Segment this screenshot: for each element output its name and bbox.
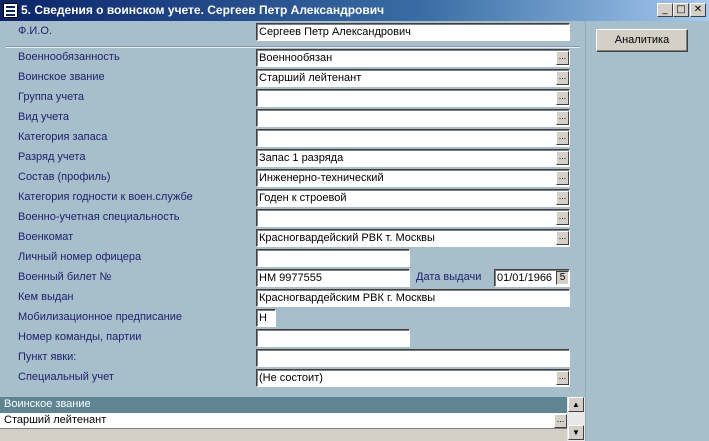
account-type-ellipsis-button[interactable]: ... — [556, 111, 569, 125]
window-title: 5. Сведения о воинском учете. Сергеев Пе… — [21, 3, 385, 17]
account-type-label: Вид учета — [18, 111, 69, 123]
special-account-ellipsis-button[interactable]: ... — [556, 371, 569, 385]
account-type-field[interactable] — [256, 109, 570, 127]
grid-empty-area — [0, 429, 567, 441]
issued-by-label: Кем выдан — [18, 291, 74, 303]
scroll-down-button[interactable]: ▼ — [568, 425, 584, 440]
rank-label: Воинское звание — [18, 71, 105, 83]
account-group-field[interactable] — [256, 89, 570, 107]
reserve-category-label: Категория запаса — [18, 131, 108, 143]
account-group-ellipsis-button[interactable]: ... — [556, 91, 569, 105]
grid-column-header[interactable]: Воинское звание — [0, 397, 567, 413]
officer-number-label: Личный номер офицера — [18, 251, 142, 263]
special-account-label: Специальный учет — [18, 371, 114, 383]
close-button[interactable]: ✕ — [690, 3, 706, 17]
military-duty-label: Военнообязанность — [18, 51, 120, 63]
rank-ellipsis-button[interactable]: ... — [556, 71, 569, 85]
military-id-label: Военный билет № — [18, 271, 112, 283]
military-specialty-field[interactable] — [256, 209, 570, 227]
divider — [6, 46, 580, 48]
issued-by-field[interactable]: Красногвардейским РВК г. Москвы — [256, 289, 570, 307]
special-account-field[interactable]: (Не состоит) — [256, 369, 570, 387]
reserve-category-field[interactable] — [256, 129, 570, 147]
side-panel — [585, 21, 709, 441]
military-specialty-ellipsis-button[interactable]: ... — [556, 211, 569, 225]
grid-row[interactable]: Старший лейтенант — [0, 413, 567, 429]
officer-number-field[interactable] — [256, 249, 410, 267]
assembly-point-label: Пункт явки: — [18, 351, 77, 363]
assembly-point-field[interactable] — [256, 349, 570, 367]
scroll-up-button[interactable]: ▲ — [568, 397, 584, 412]
account-grade-ellipsis-button[interactable]: ... — [556, 151, 569, 165]
military-specialty-label: Военно-учетная специальность — [18, 211, 180, 223]
mobilization-order-label: Мобилизационное предписание — [18, 311, 183, 323]
fitness-category-field[interactable]: Годен к строевой — [256, 189, 570, 207]
calendar-picker-button[interactable]: 5 — [556, 271, 569, 285]
fio-field[interactable]: Сергеев Петр Александрович — [256, 23, 570, 41]
profile-field[interactable]: Инженерно-технический — [256, 169, 570, 187]
rank-field[interactable]: Старший лейтенант — [256, 69, 570, 87]
profile-ellipsis-button[interactable]: ... — [556, 171, 569, 185]
fio-label: Ф.И.О. — [18, 25, 52, 37]
military-office-field[interactable]: Красногвардейский РВК т. Москвы — [256, 229, 570, 247]
issue-date-label: Дата выдачи — [416, 271, 482, 283]
account-grade-field[interactable]: Запас 1 разряда — [256, 149, 570, 167]
military-id-field[interactable]: НМ 9977555 — [256, 269, 410, 287]
fitness-category-ellipsis-button[interactable]: ... — [556, 191, 569, 205]
analytics-button[interactable]: Аналитика — [596, 29, 688, 52]
minimize-button[interactable]: _ — [657, 3, 673, 17]
window-icon — [3, 3, 18, 18]
grid-row-ellipsis-button[interactable]: ... — [554, 414, 567, 428]
profile-label: Состав (профиль) — [18, 171, 111, 183]
account-group-label: Группа учета — [18, 91, 84, 103]
fitness-category-label: Категория годности к воен.службе — [18, 191, 193, 203]
account-grade-label: Разряд учета — [18, 151, 86, 163]
military-duty-ellipsis-button[interactable]: ... — [556, 51, 569, 65]
reserve-category-ellipsis-button[interactable]: ... — [556, 131, 569, 145]
military-office-label: Военкомат — [18, 231, 74, 243]
military-duty-field[interactable]: Военнообязан — [256, 49, 570, 67]
team-number-field[interactable] — [256, 329, 410, 347]
team-number-label: Номер команды, партии — [18, 331, 142, 343]
military-office-ellipsis-button[interactable]: ... — [556, 231, 569, 245]
mobilization-order-field[interactable]: Н — [256, 309, 276, 327]
maximize-button[interactable]: □ — [673, 3, 689, 17]
